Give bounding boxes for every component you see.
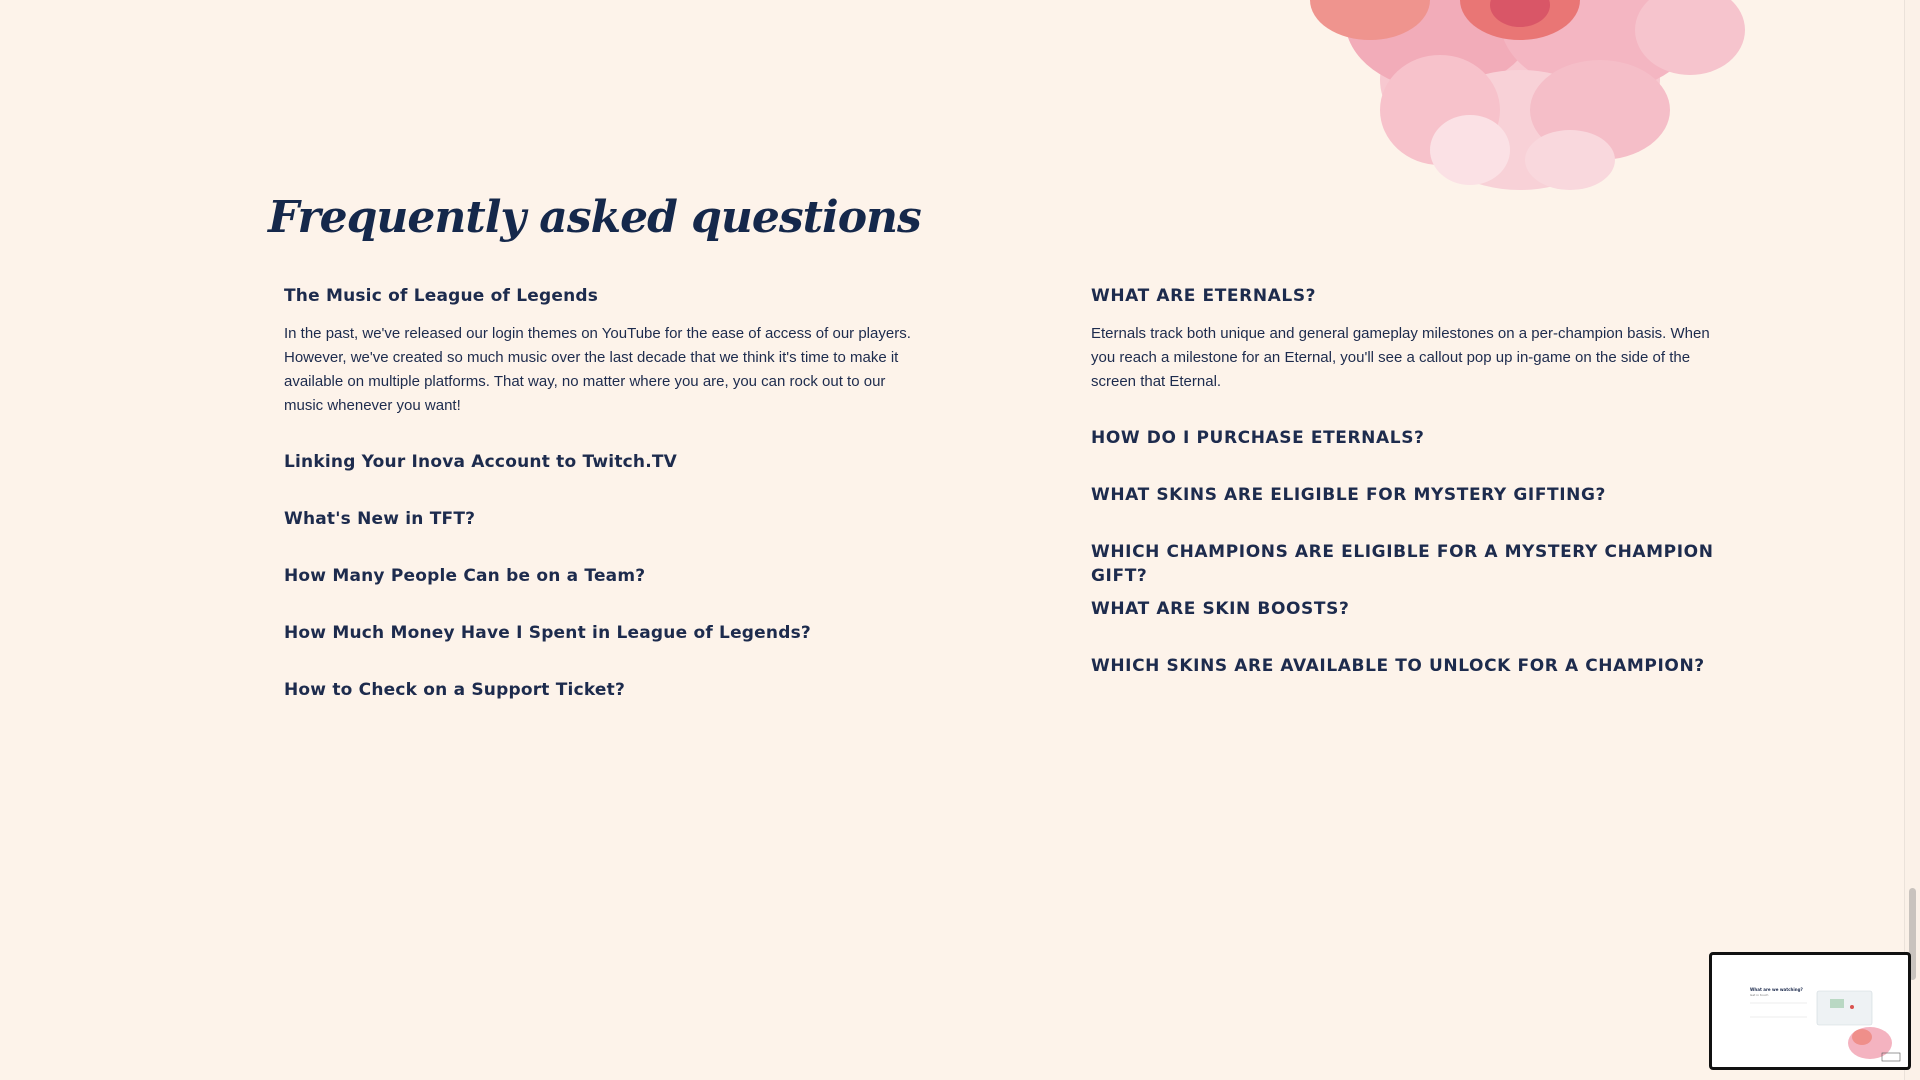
faq-item: How Much Money Have I Spent in League of… <box>284 621 914 678</box>
faq-question[interactable]: WHAT ARE ETERNALS? <box>1091 284 1721 308</box>
faq-question[interactable]: WHICH CHAMPIONS ARE ELIGIBLE FOR A MYSTE… <box>1091 540 1721 597</box>
faq-answer: In the past, we've released our login th… <box>284 325 911 414</box>
faq-column-right: WHAT ARE ETERNALS? Eternals track both u… <box>1091 284 1721 711</box>
faq-item: How Many People Can be on a Team? <box>284 564 914 621</box>
faq-item: WHICH CHAMPIONS ARE ELIGIBLE FOR A MYSTE… <box>1091 540 1721 597</box>
faq-question[interactable]: How to Check on a Support Ticket? <box>284 678 914 735</box>
page: Frequently asked questions The Music of … <box>0 0 1920 1080</box>
faq-item: WHAT ARE SKIN BOOSTS? <box>1091 597 1721 654</box>
faq-question[interactable]: How Much Money Have I Spent in League of… <box>284 621 914 678</box>
faq-question[interactable]: WHICH SKINS ARE AVAILABLE TO UNLOCK FOR … <box>1091 654 1721 711</box>
faq-item: How to Check on a Support Ticket? <box>284 678 914 735</box>
faq-answer: Eternals track both unique and general g… <box>1091 325 1710 390</box>
faq-question[interactable]: WHAT SKINS ARE ELIGIBLE FOR MYSTERY GIFT… <box>1091 483 1721 540</box>
faq-question[interactable]: WHAT ARE SKIN BOOSTS? <box>1091 597 1721 654</box>
faq-item: WHAT ARE ETERNALS? Eternals track both u… <box>1091 284 1721 394</box>
faq-question[interactable]: What's New in TFT? <box>284 507 914 564</box>
page-preview-thumbnail[interactable]: What are we watching? Get in touch <box>1709 952 1911 1070</box>
faq-item: WHICH SKINS ARE AVAILABLE TO UNLOCK FOR … <box>1091 654 1721 711</box>
flower-decoration <box>1310 0 1745 190</box>
thumbnail-map-icon <box>1750 990 1901 1062</box>
vertical-scrollbar[interactable] <box>1904 0 1920 1080</box>
faq-item: The Music of League of Legends In the pa… <box>284 284 914 418</box>
faq-question[interactable]: HOW DO I PURCHASE ETERNALS? <box>1091 426 1721 483</box>
faq-item: WHAT SKINS ARE ELIGIBLE FOR MYSTERY GIFT… <box>1091 483 1721 540</box>
faq-item: HOW DO I PURCHASE ETERNALS? <box>1091 426 1721 483</box>
faq-question[interactable]: How Many People Can be on a Team? <box>284 564 914 621</box>
faq-item: Linking Your Inova Account to Twitch.TV <box>284 450 914 507</box>
faq-column-left: The Music of League of Legends In the pa… <box>284 284 914 735</box>
faq-item: What's New in TFT? <box>284 507 914 564</box>
faq-question[interactable]: The Music of League of Legends <box>284 284 914 308</box>
faq-question[interactable]: Linking Your Inova Account to Twitch.TV <box>284 450 914 507</box>
faq-heading: Frequently asked questions <box>268 192 922 243</box>
